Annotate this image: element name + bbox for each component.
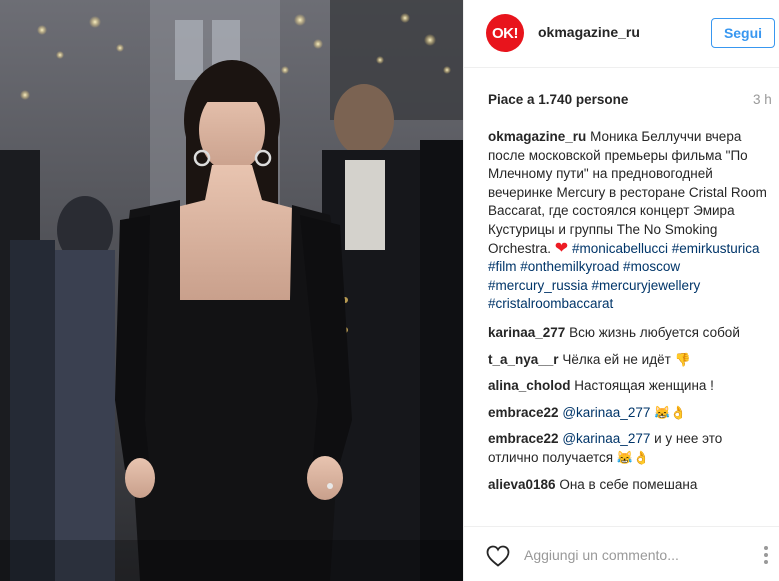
comment-user[interactable]: embrace22 — [488, 405, 559, 420]
comment-mention[interactable]: @karinaa_277 — [562, 431, 650, 446]
follow-button[interactable]: Segui — [711, 18, 775, 48]
post-header: OK! okmagazine_ru Segui — [464, 0, 779, 68]
comment-user[interactable]: alina_cholod — [488, 378, 571, 393]
more-options-icon[interactable] — [761, 543, 771, 569]
comment-user[interactable]: alieva0186 — [488, 477, 556, 492]
post-photo[interactable] — [0, 0, 463, 581]
comment-item: karinaa_277 Всю жизнь любуется собой — [488, 324, 776, 343]
comment-item: alieva0186 Она в себе помешана — [488, 476, 776, 495]
comment-item: embrace22 @karinaa_277 и у нее это отлич… — [488, 430, 776, 467]
comment-text: Чёлка ей не идёт — [562, 351, 671, 367]
comment-item: alina_cholod Настоящая женщина ! — [488, 377, 776, 396]
likes-row: Piace a 1.740 persone 3 h — [464, 90, 779, 114]
comment-footer — [464, 526, 779, 581]
post-timestamp[interactable]: 3 h — [753, 92, 772, 107]
comment-input[interactable] — [524, 543, 729, 567]
caption-user[interactable]: okmagazine_ru — [488, 129, 586, 144]
comment-mention[interactable]: @karinaa_277 — [562, 405, 650, 420]
laughing-cat-emoji-icon: 😹👌 — [616, 449, 650, 465]
caption-text: Моника Беллуччи вчера после московской п… — [488, 129, 767, 256]
heart-outline-icon[interactable] — [486, 545, 510, 567]
laughing-cat-emoji-icon: 😹👌 — [654, 404, 687, 420]
comment-user[interactable]: embrace22 — [488, 431, 559, 446]
comment-user[interactable]: karinaa_277 — [488, 325, 565, 340]
comments-list[interactable]: okmagazine_ru Моника Беллуччи вчера посл… — [488, 128, 776, 526]
comment-item: embrace22 @karinaa_277 😹👌 — [488, 404, 776, 423]
comment-item: t_a_nya__r Чёлка ей не идёт 👎 — [488, 351, 776, 370]
heart-emoji-icon: ❤ — [554, 239, 569, 257]
comment-user[interactable]: t_a_nya__r — [488, 352, 559, 367]
avatar[interactable]: OK! — [486, 14, 524, 52]
photo-illustration — [0, 0, 463, 581]
post-sidebar: OK! okmagazine_ru Segui Piace a 1.740 pe… — [463, 0, 779, 581]
caption: okmagazine_ru Моника Беллуччи вчера посл… — [488, 128, 776, 314]
thumbs-down-emoji-icon: 👎 — [674, 351, 691, 367]
username-link[interactable]: okmagazine_ru — [538, 24, 640, 40]
comment-text: Она в себе помешана — [559, 476, 698, 492]
comment-text: Настоящая женщина ! — [574, 378, 714, 394]
comment-text: Всю жизнь любуется собой — [569, 324, 740, 340]
likes-count[interactable]: Piace a 1.740 persone — [488, 92, 628, 107]
